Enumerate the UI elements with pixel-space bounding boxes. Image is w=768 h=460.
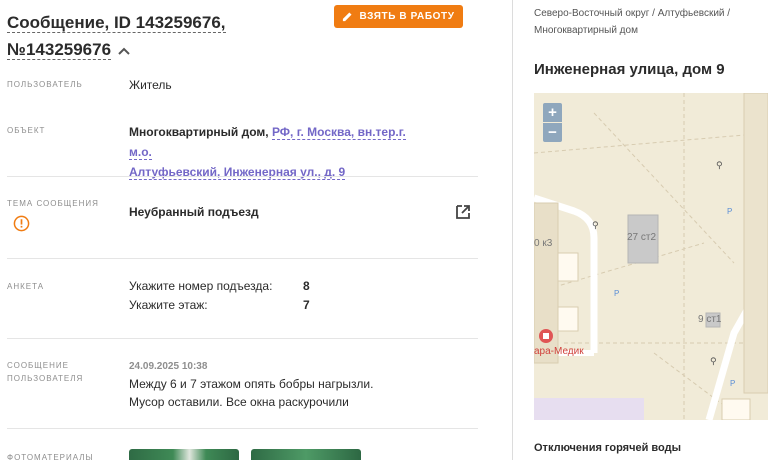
message-line2: Мусор оставили. Все окна раскурочили [129,395,349,409]
message-panel: Сообщение, ID 143259676, №143259676 ВЗЯТ… [0,0,500,460]
zoom-out-button[interactable]: − [543,123,562,142]
map-label-building: 0 к3 [534,238,553,249]
parking-icon: P [730,379,736,388]
divider [7,428,478,429]
message-line1: Между 6 и 7 этажом опять бобры нагрызли. [129,377,374,391]
message-date: 24.09.2025 10:38 [129,361,208,372]
parking-icon: P [727,207,733,216]
object-type: Многоквартирный дом, [129,125,269,139]
map[interactable]: ⚲ ⚲ ⚲ 27 ст2 0 к3 9 ст1 ара-Медик P P P … [534,93,768,420]
warning-circle-icon [13,215,30,232]
photo-thumbnail[interactable] [129,449,239,460]
page-title: Сообщение, ID 143259676, №143259676 [7,9,226,63]
topic-value: Неубранный подъезд [129,205,259,219]
breadcrumb-line1: Северо-Восточный округ / Алтуфьевский / [534,8,731,19]
map-canvas: ⚲ ⚲ ⚲ [534,93,768,420]
svg-text:⚲: ⚲ [716,161,723,171]
title-line2: №143259676 [7,40,112,60]
object-value: Многоквартирный дом, РФ, г. Москва, вн.т… [129,122,429,182]
q1-value: 8 [303,279,310,293]
topic-label: ТЕМА СООБЩЕНИЯ [7,199,99,208]
user-value: Житель [129,78,172,92]
map-label-building: 9 ст1 [698,314,722,325]
chevron-up-icon[interactable] [117,46,131,56]
map-label-clinic: ара-Медик [534,346,584,357]
parking-icon: P [614,289,620,298]
message-label: СООБЩЕНИЕ ПОЛЬЗОВАТЕЛЯ [7,359,83,385]
building-address: Инженерная улица, дом 9 [534,61,725,78]
take-to-work-button[interactable]: ВЗЯТЬ В РАБОТУ [334,5,463,28]
divider [7,258,478,259]
map-label-building: 27 ст2 [627,232,657,243]
outages-title: Отключения горячей воды [534,442,681,454]
form-label: АНКЕТА [7,282,45,291]
message-label-line1: СООБЩЕНИЕ [7,361,69,370]
side-panel: Северо-Восточный округ / Алтуфьевский / … [513,0,768,460]
q2-value: 7 [303,298,310,312]
message-text: Между 6 и 7 этажом опять бобры нагрызли.… [129,375,429,411]
message-label-line2: ПОЛЬЗОВАТЕЛЯ [7,374,84,383]
photo-thumbnail[interactable] [251,449,361,460]
zoom-in-button[interactable]: + [543,103,562,122]
divider [7,338,478,339]
breadcrumb-line2: Многоквартирный дом [534,25,638,36]
object-label: ОБЪЕКТ [7,126,46,135]
take-to-work-label: ВЗЯТЬ В РАБОТУ [359,11,455,22]
breadcrumb: Северо-Восточный округ / Алтуфьевский / … [534,5,764,39]
divider [7,176,478,177]
object-address-link-2[interactable]: Алтуфьевский, Инженерная ул., д. 9 [129,165,346,180]
svg-text:⚲: ⚲ [710,357,717,367]
title-line1: Сообщение, ID 143259676, [7,13,226,33]
q2-label: Укажите этаж: [129,298,208,312]
photos-label: ФОТОМАТЕРИАЛЫ [7,453,94,460]
external-link-icon[interactable] [454,203,472,221]
svg-text:⚲: ⚲ [592,221,599,231]
q1-label: Укажите номер подъезда: [129,279,273,293]
pencil-icon [343,12,352,22]
user-label: ПОЛЬЗОВАТЕЛЬ [7,80,83,89]
